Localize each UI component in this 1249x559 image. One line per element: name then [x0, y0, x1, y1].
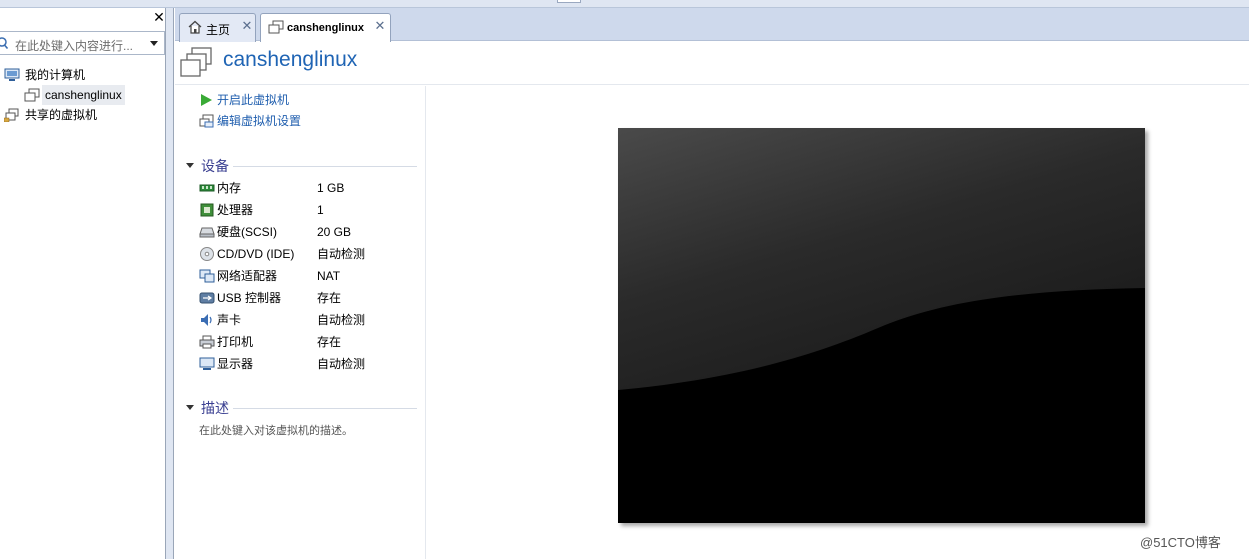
tab-canshenglinux-close-button[interactable]: ✕: [374, 19, 386, 33]
window-top-strip: [0, 0, 1249, 8]
vm-icon: [268, 20, 284, 34]
description-section-header[interactable]: 描述: [185, 399, 417, 417]
device-value: 20 GB: [317, 225, 352, 239]
vm-summary-page: canshenglinux 开启此虚拟机 编辑虚拟机设置 设备 内存 1 GB …: [175, 42, 1249, 559]
panel-splitter[interactable]: [166, 8, 174, 559]
device-name: 打印机: [217, 335, 254, 349]
vm-screen-preview[interactable]: [618, 128, 1145, 523]
tab-home-label: 主页: [206, 23, 231, 37]
hard-disk-icon: [199, 227, 215, 238]
device-row-display[interactable]: 显示器 自动检测: [199, 354, 419, 374]
memory-icon: [199, 184, 215, 192]
splitter-knob[interactable]: [557, 0, 581, 3]
device-value: 自动检测: [317, 313, 366, 327]
library-search-box[interactable]: 在此处键入内容进行...: [0, 31, 165, 55]
device-name: 处理器: [217, 203, 254, 217]
device-value: NAT: [317, 269, 341, 283]
search-icon: [0, 37, 8, 49]
search-input[interactable]: 在此处键入内容进行...: [15, 37, 133, 54]
device-row-sound-card[interactable]: 声卡 自动检测: [199, 310, 419, 330]
vm-icon: [180, 47, 212, 77]
device-row-memory[interactable]: 内存 1 GB: [199, 178, 419, 198]
vm-preview-graphic: [618, 128, 1145, 523]
tree-item-label: 共享的虚拟机: [25, 108, 98, 122]
tree-item-shared-vms[interactable]: 共享的虚拟机: [4, 105, 164, 125]
device-name: USB 控制器: [217, 291, 282, 305]
description-section-label: 描述: [201, 400, 229, 416]
device-value: 自动检测: [317, 247, 366, 261]
tab-home-close-button[interactable]: ✕: [241, 19, 253, 33]
watermark-text: @51CTO博客: [1140, 535, 1221, 550]
tab-home[interactable]: 主页 ✕: [179, 13, 256, 42]
play-icon: [201, 94, 212, 106]
device-name: 硬盘(SCSI): [217, 225, 278, 239]
shared-vm-icon: [4, 108, 19, 122]
device-row-processor[interactable]: 处理器 1: [199, 200, 419, 220]
vm-header: canshenglinux: [175, 42, 1249, 85]
device-row-printer[interactable]: 打印机 存在: [199, 332, 419, 352]
vm-details-column: 开启此虚拟机 编辑虚拟机设置 设备 内存 1 GB 处理器 1 硬盘(SCSI)…: [175, 86, 426, 559]
device-row-network-adapter[interactable]: 网络适配器 NAT: [199, 266, 419, 286]
usb-icon: [199, 292, 215, 304]
library-close-button[interactable]: ✕: [153, 10, 165, 24]
device-name: 声卡: [217, 313, 242, 327]
device-value: 自动检测: [317, 357, 366, 371]
tab-canshenglinux-label: canshenglinux: [287, 22, 365, 34]
device-name: 网络适配器: [217, 269, 278, 283]
tree-item-my-computer[interactable]: 我的计算机: [4, 65, 164, 85]
vm-icon: [24, 88, 40, 102]
sound-card-icon: [201, 314, 212, 326]
section-divider: [233, 166, 417, 167]
page-title: canshenglinux: [223, 48, 358, 71]
home-icon: [188, 20, 202, 34]
device-value: 1 GB: [317, 181, 345, 195]
tree-item-label: canshenglinux: [42, 85, 125, 105]
device-row-usb-controller[interactable]: USB 控制器 存在: [199, 288, 419, 308]
display-icon: [199, 357, 215, 370]
computer-icon: [4, 68, 20, 81]
device-row-hard-disk[interactable]: 硬盘(SCSI) 20 GB: [199, 222, 419, 242]
cd-dvd-icon: [200, 247, 214, 261]
device-value: 存在: [317, 335, 342, 349]
cpu-icon: [200, 203, 214, 217]
tree-item-canshenglinux[interactable]: canshenglinux: [24, 85, 164, 105]
section-divider: [233, 408, 417, 409]
power-on-vm-label: 开启此虚拟机: [217, 93, 290, 107]
device-name: CD/DVD (IDE): [217, 247, 295, 261]
devices-section-header[interactable]: 设备: [185, 157, 417, 175]
device-name: 显示器: [217, 357, 254, 371]
device-value: 存在: [317, 291, 342, 305]
chevron-down-icon[interactable]: [150, 41, 158, 46]
device-value: 1: [317, 203, 324, 217]
device-name: 内存: [217, 181, 242, 195]
tab-canshenglinux[interactable]: canshenglinux ✕: [260, 13, 391, 42]
devices-section-label: 设备: [201, 158, 229, 174]
network-adapter-icon: [199, 269, 215, 283]
settings-icon: [199, 114, 214, 128]
description-input[interactable]: 在此处键入对该虚拟机的描述。: [199, 422, 353, 438]
tree-item-label: 我的计算机: [25, 68, 86, 82]
device-row-cd-dvd[interactable]: CD/DVD (IDE) 自动检测: [199, 244, 419, 264]
collapse-triangle-icon: [186, 405, 194, 410]
collapse-triangle-icon: [186, 163, 194, 168]
tab-strip: 主页 ✕ canshenglinux ✕: [175, 8, 1249, 42]
library-panel: ✕ 在此处键入内容进行... 我的计算机 canshenglinux 共享的虚拟…: [0, 8, 166, 559]
printer-icon: [199, 335, 215, 349]
edit-vm-settings-label: 编辑虚拟机设置: [217, 114, 302, 128]
